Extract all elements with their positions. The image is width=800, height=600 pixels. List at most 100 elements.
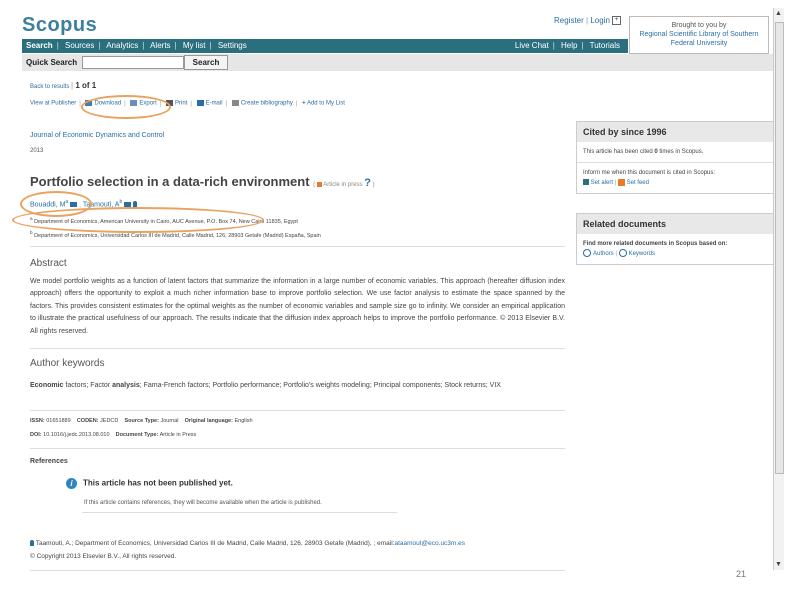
related-documents-body: Find more related documents in Scopus ba… <box>577 234 776 264</box>
divider <box>30 246 565 247</box>
language-label: Original language: <box>184 418 233 424</box>
document-type-value: Article in Press <box>159 432 197 438</box>
doi-label: DOI: <box>30 432 42 438</box>
unpublished-notice: i This article has not been published yet… <box>66 478 233 489</box>
cited-text-post: times in Scopus. <box>657 149 704 155</box>
scopus-logo[interactable]: Scopus <box>22 14 97 37</box>
create-bibliography-link[interactable]: Create bibliography <box>241 101 293 107</box>
add-to-my-list-link[interactable]: Add to My List <box>307 101 345 107</box>
nav-analytics[interactable]: Analytics <box>106 41 138 50</box>
document-title-row: Portfolio selection in a data-rich envir… <box>30 174 375 189</box>
alert-bell-icon <box>583 179 589 186</box>
citation-alert-box: Inform me when this document is cited in… <box>577 163 776 193</box>
quick-search-button[interactable]: Search <box>184 55 228 70</box>
scroll-down-icon[interactable]: ▼ <box>775 561 782 568</box>
set-feed-link[interactable]: Set feed <box>627 180 649 186</box>
keyword-rest: ; Fama-French factors; Portfolio perform… <box>139 382 501 389</box>
correspondence-line: Taamouti, A.; Department of Economics, U… <box>30 540 465 547</box>
meta-row-2: DOI: 10.1016/j.jedc.2013.08.010 Document… <box>30 432 196 438</box>
nav-help[interactable]: Help <box>561 41 577 50</box>
affiliation-b-text: Department of Economics, Universidad Car… <box>34 232 321 239</box>
library-name-line2[interactable]: Federal University <box>630 39 768 48</box>
nav-alerts[interactable]: Alerts <box>150 41 170 50</box>
source-type-value: Journal <box>160 418 179 424</box>
correspondence-email-link[interactable]: ataamout@eco.uc3m.es <box>394 540 465 547</box>
keyword-analysis: analysis <box>112 382 140 389</box>
results-nav: Back to results | 1 of 1 <box>30 81 97 90</box>
vertical-scrollbar[interactable]: ▲ ▼ <box>773 8 784 570</box>
person-icon <box>30 540 34 547</box>
related-authors-link[interactable]: Authors <box>593 251 614 257</box>
nav-search[interactable]: Search <box>26 41 53 50</box>
correspondence-text: Taamouti, A.; Department of Economics, U… <box>35 540 395 547</box>
divider <box>30 348 565 349</box>
scroll-up-icon[interactable]: ▲ <box>775 10 782 17</box>
quick-search-label: Quick Search <box>26 58 78 67</box>
nav-live-chat[interactable]: Live Chat <box>515 41 549 50</box>
quick-search-bar: Quick Search Search <box>22 54 777 71</box>
cited-by-text: This article has been cited 0 times in S… <box>577 142 776 163</box>
article-in-press-label: Article in press <box>323 182 363 188</box>
cited-by-heading: Cited by since 1996 <box>577 122 776 142</box>
back-to-results-link[interactable]: Back to results <box>30 84 69 90</box>
nav-tutorials[interactable]: Tutorials <box>590 41 620 50</box>
login-link[interactable]: Login <box>590 16 610 25</box>
help-question-icon[interactable]: ? <box>364 177 371 189</box>
login-expand-icon[interactable]: + <box>612 16 622 26</box>
divider <box>30 570 565 571</box>
view-at-publisher-link[interactable]: View at Publisher <box>30 101 76 107</box>
main-navbar: Search | Sources | Analytics | Alerts | My l… <box>22 39 628 53</box>
nav-settings[interactable]: Settings <box>218 41 247 50</box>
coden-label: CODEN: <box>76 418 99 424</box>
scopus-page: Scopus Register | Login + Brought to you… <box>12 8 777 578</box>
document-toolbar: View at Publisher | Download | Export | Pri… <box>30 100 345 107</box>
unpublished-subnotice: If this article contains references, the… <box>84 500 322 506</box>
search-icon <box>583 249 591 258</box>
author-keywords-text: Economic factors; Factor analysis; Fama-… <box>30 380 565 392</box>
issn-label: ISSN: <box>30 418 45 424</box>
issn-value: 01651889 <box>46 418 71 424</box>
related-keywords-link[interactable]: Keywords <box>629 251 655 257</box>
cited-by-panel: Cited by since 1996 This article has bee… <box>576 121 777 194</box>
related-documents-heading: Related documents <box>577 214 776 234</box>
related-documents-panel: Related documents Find more related docu… <box>576 213 777 265</box>
nav-sources[interactable]: Sources <box>65 41 94 50</box>
print-link[interactable]: Print <box>175 101 187 107</box>
aff-b-superscript: b <box>30 230 33 235</box>
cited-text-pre: This article has been cited <box>583 149 655 155</box>
abstract-heading: Abstract <box>30 258 67 269</box>
references-heading: References <box>30 458 68 465</box>
scrollbar-thumb[interactable] <box>775 22 784 474</box>
doi-value: 10.1016/j.jedc.2013.08.010 <box>43 432 110 438</box>
source-type-label: Source Type: <box>124 418 159 424</box>
brought-to-you-box: Brought to you by Regional Scientific Li… <box>629 16 769 54</box>
top-links: Register | Login + <box>554 16 622 26</box>
email-link[interactable]: E-mail <box>206 101 223 107</box>
journal-link[interactable]: Journal of Economic Dynamics and Control <box>30 132 164 139</box>
slide-page-number: 21 <box>736 569 747 579</box>
nav-mylist[interactable]: My list <box>183 41 206 50</box>
document-type-label: Document Type: <box>115 432 159 438</box>
find-more-text: Find more related documents in Scopus ba… <box>583 241 728 247</box>
brought-label: Brought to you by <box>671 22 727 29</box>
search-icon <box>618 249 627 258</box>
quick-search-input[interactable] <box>82 56 184 69</box>
unpublished-notice-text: This article has not been published yet. <box>83 478 233 488</box>
divider <box>82 512 397 513</box>
add-icon: + <box>302 100 306 107</box>
library-name-line1[interactable]: Regional Scientific Library of Southern <box>630 30 768 39</box>
copyright-line: © Copyright 2013 Elsevier B.V., All righ… <box>30 553 177 560</box>
keyword-economic: Economic <box>30 382 64 389</box>
results-count: 1 of 1 <box>75 81 97 90</box>
author-keywords-heading: Author keywords <box>30 358 105 369</box>
abstract-text: We model portfolio weights as a function… <box>30 278 565 335</box>
divider <box>30 410 565 411</box>
email-icon <box>196 100 204 106</box>
publication-year: 2013 <box>30 148 44 154</box>
set-alert-link[interactable]: Set alert <box>591 180 613 186</box>
divider <box>30 448 565 449</box>
register-link[interactable]: Register <box>554 16 584 25</box>
document-title: Portfolio selection in a data-rich envir… <box>30 174 310 189</box>
inform-me-text: Inform me when this document is cited in… <box>583 170 716 176</box>
rss-feed-icon <box>617 178 625 186</box>
